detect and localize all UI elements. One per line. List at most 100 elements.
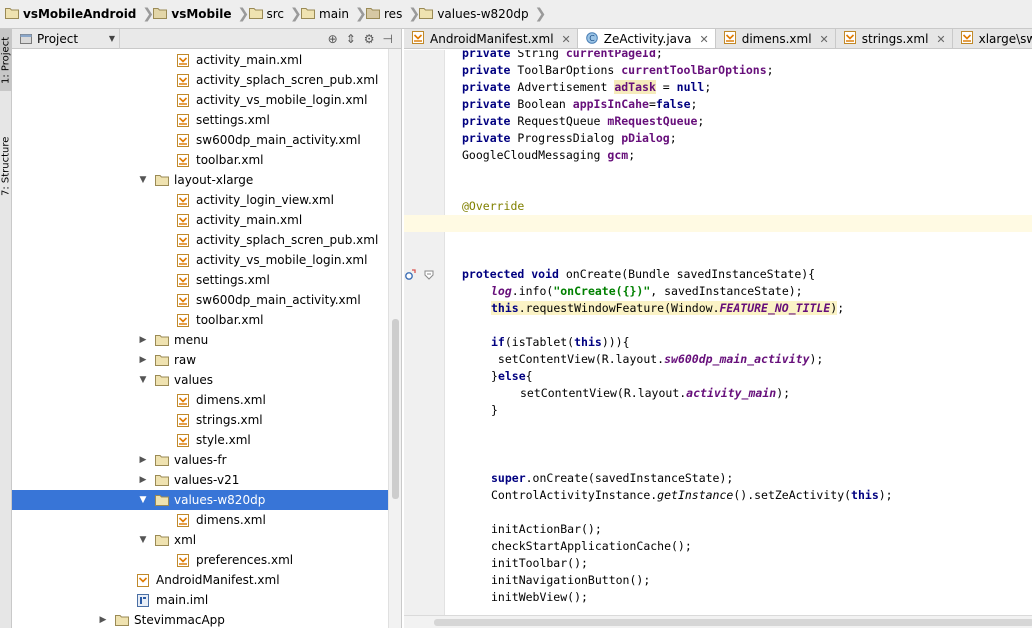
code-line[interactable]: initActionBar(); bbox=[491, 521, 602, 538]
tree-file-node[interactable]: sw600dp_main_activity.xml bbox=[12, 130, 389, 150]
code-editor[interactable]: private String currentPageId; private Too… bbox=[446, 50, 1032, 615]
chevron-right-icon[interactable]: ▶ bbox=[137, 455, 149, 465]
tree-folder-node[interactable]: ▶ menu bbox=[12, 330, 389, 350]
tree-file-node[interactable]: strings.xml bbox=[12, 410, 389, 430]
code-line[interactable]: super.onCreate(savedInstanceState); bbox=[491, 470, 733, 487]
tree-file-node[interactable]: preferences.xml bbox=[12, 550, 389, 570]
code-line[interactable]: private RequestQueue mRequestQueue; bbox=[462, 113, 704, 130]
tree-file-node[interactable]: dimens.xml bbox=[12, 510, 389, 530]
code-line[interactable]: @Override bbox=[462, 198, 524, 215]
folder-icon bbox=[155, 174, 169, 187]
structure-tool-tab[interactable]: 7: Structure bbox=[0, 121, 12, 211]
override-marker-icon[interactable] bbox=[404, 269, 416, 281]
code-line[interactable]: initWebView(); bbox=[491, 589, 588, 606]
collapse-all-icon[interactable]: ⇕ bbox=[346, 32, 356, 46]
tree-folder-node[interactable]: ▼ values bbox=[12, 370, 389, 390]
tree-file-node[interactable]: toolbar.xml bbox=[12, 150, 389, 170]
close-icon[interactable]: ✕ bbox=[820, 33, 829, 46]
chevron-right-icon[interactable]: ▶ bbox=[137, 355, 149, 365]
breadcrumb-item[interactable]: values-w820dp bbox=[416, 3, 534, 25]
tree-folder-node[interactable]: ▶ values-v21 bbox=[12, 470, 389, 490]
chevron-right-icon[interactable]: ▶ bbox=[137, 335, 149, 345]
code-line[interactable]: checkStartApplicationCache(); bbox=[491, 538, 692, 555]
code-line[interactable]: private ToolBarOptions currentToolBarOpt… bbox=[462, 62, 774, 79]
gear-icon[interactable]: ⚙ bbox=[364, 32, 375, 46]
code-line[interactable]: }else{ bbox=[491, 368, 533, 385]
code-line[interactable]: } bbox=[491, 402, 498, 419]
code-token: ))){ bbox=[601, 335, 630, 349]
chevron-down-icon[interactable]: ▼ bbox=[137, 175, 149, 185]
code-line[interactable]: if(isTablet(this))){ bbox=[491, 334, 630, 351]
tree-node-label: activity_vs_mobile_login.xml bbox=[196, 253, 368, 267]
breadcrumb-item[interactable]: src bbox=[246, 3, 291, 25]
tree-file-node[interactable]: sw600dp_main_activity.xml bbox=[12, 290, 389, 310]
locate-icon[interactable]: ⊕ bbox=[328, 32, 338, 46]
tree-folder-node[interactable]: ▼ values-w820dp bbox=[12, 490, 389, 510]
editor-tab-label: ZeActivity.java bbox=[603, 32, 692, 46]
tree-file-node[interactable]: dimens.xml bbox=[12, 390, 389, 410]
breadcrumb-item[interactable]: res bbox=[363, 3, 408, 25]
tree-folder-node[interactable]: ▶ StevimmacApp bbox=[12, 610, 389, 628]
close-icon[interactable]: ✕ bbox=[700, 33, 709, 46]
tree-file-node[interactable]: settings.xml bbox=[12, 270, 389, 290]
project-view-selector[interactable]: Project ▼ bbox=[12, 28, 120, 49]
code-line[interactable]: this.requestWindowFeature(Window.FEATURE… bbox=[491, 300, 844, 317]
tree-file-node[interactable]: activity_splach_scren_pub.xml bbox=[12, 70, 389, 90]
code-line[interactable]: protected void onCreate(Bundle savedInst… bbox=[462, 266, 815, 283]
code-line[interactable]: log.info("onCreate({})", savedInstanceSt… bbox=[491, 283, 803, 300]
code-line[interactable]: ControlActivityInstance.getInstance().se… bbox=[491, 487, 893, 504]
breadcrumb-item[interactable]: vsMobile bbox=[150, 3, 237, 25]
editor-tab[interactable]: dimens.xml ✕ bbox=[716, 29, 836, 48]
code-line[interactable]: setContentView(R.layout.sw600dp_main_act… bbox=[491, 351, 823, 368]
chevron-down-icon[interactable]: ▼ bbox=[137, 495, 149, 505]
code-line[interactable]: private ProgressDialog pDialog; bbox=[462, 130, 677, 147]
tree-file-node[interactable]: activity_main.xml bbox=[12, 50, 389, 70]
chevron-down-icon[interactable]: ▼ bbox=[137, 375, 149, 385]
hide-panel-icon[interactable]: ⊣ bbox=[383, 32, 393, 46]
fold-icon[interactable] bbox=[424, 270, 434, 280]
editor-horizontal-scrollbar[interactable] bbox=[404, 615, 1032, 628]
code-line[interactable]: private Advertisement adTask = null; bbox=[462, 79, 711, 96]
code-line[interactable]: setContentView(R.layout.activity_main); bbox=[520, 385, 790, 402]
code-token: private bbox=[462, 80, 518, 94]
tree-node-label: toolbar.xml bbox=[196, 153, 264, 167]
tree-folder-node[interactable]: ▶ values-fr bbox=[12, 450, 389, 470]
code-token: setContentView(R.layout. bbox=[491, 352, 665, 366]
close-icon[interactable]: ✕ bbox=[562, 33, 571, 46]
tree-file-node[interactable]: activity_main.xml bbox=[12, 210, 389, 230]
editor-scrollbar-thumb[interactable] bbox=[434, 619, 1032, 626]
editor-tab[interactable]: AndroidManifest.xml ✕ bbox=[404, 29, 578, 48]
chevron-down-icon[interactable]: ▼ bbox=[137, 535, 149, 545]
tree-file-node[interactable]: activity_vs_mobile_login.xml bbox=[12, 250, 389, 270]
code-token: false bbox=[655, 97, 691, 111]
tree-file-node[interactable]: settings.xml bbox=[12, 110, 389, 130]
close-icon[interactable]: ✕ bbox=[936, 33, 945, 46]
chevron-right-icon[interactable]: ▶ bbox=[97, 615, 109, 625]
code-line[interactable]: initNavigationButton(); bbox=[491, 572, 650, 589]
tree-file-node[interactable]: main.iml bbox=[12, 590, 389, 610]
project-view-label: Project bbox=[37, 31, 79, 46]
tree-file-node[interactable]: AndroidManifest.xml bbox=[12, 570, 389, 590]
editor-tab[interactable]: strings.xml ✕ bbox=[836, 29, 953, 48]
tree-folder-node[interactable]: ▼ xml bbox=[12, 530, 389, 550]
code-line[interactable]: private Boolean appIsInCahe=false; bbox=[462, 96, 697, 113]
tree-file-node[interactable]: activity_login_view.xml bbox=[12, 190, 389, 210]
breadcrumb-item[interactable]: main bbox=[298, 3, 355, 25]
code-line[interactable]: GoogleCloudMessaging gcm; bbox=[462, 147, 635, 164]
tree-file-node[interactable]: toolbar.xml bbox=[12, 310, 389, 330]
tree-folder-node[interactable]: ▶ raw bbox=[12, 350, 389, 370]
tree-scrollbar[interactable] bbox=[388, 49, 401, 628]
project-tool-tab[interactable]: 1: Project bbox=[0, 29, 12, 91]
tree-file-node[interactable]: style.xml bbox=[12, 430, 389, 450]
code-line[interactable]: private String currentPageId; bbox=[462, 50, 663, 62]
chevron-right-icon[interactable]: ▶ bbox=[137, 475, 149, 485]
editor-tab[interactable]: xlarge\sw600dp_ bbox=[953, 29, 1032, 48]
editor-tab[interactable]: C ZeActivity.java ✕ bbox=[577, 29, 716, 48]
tree-folder-node[interactable]: ▼ layout-xlarge bbox=[12, 170, 389, 190]
tree-file-node[interactable]: activity_splach_scren_pub.xml bbox=[12, 230, 389, 250]
tree-file-node[interactable]: activity_vs_mobile_login.xml bbox=[12, 90, 389, 110]
code-line[interactable]: initToolbar(); bbox=[491, 555, 588, 572]
breadcrumb-item[interactable]: vsMobileAndroid bbox=[2, 3, 142, 25]
tree-scrollbar-thumb[interactable] bbox=[392, 319, 399, 499]
breadcrumb-separator-icon: ❯ bbox=[142, 6, 155, 22]
